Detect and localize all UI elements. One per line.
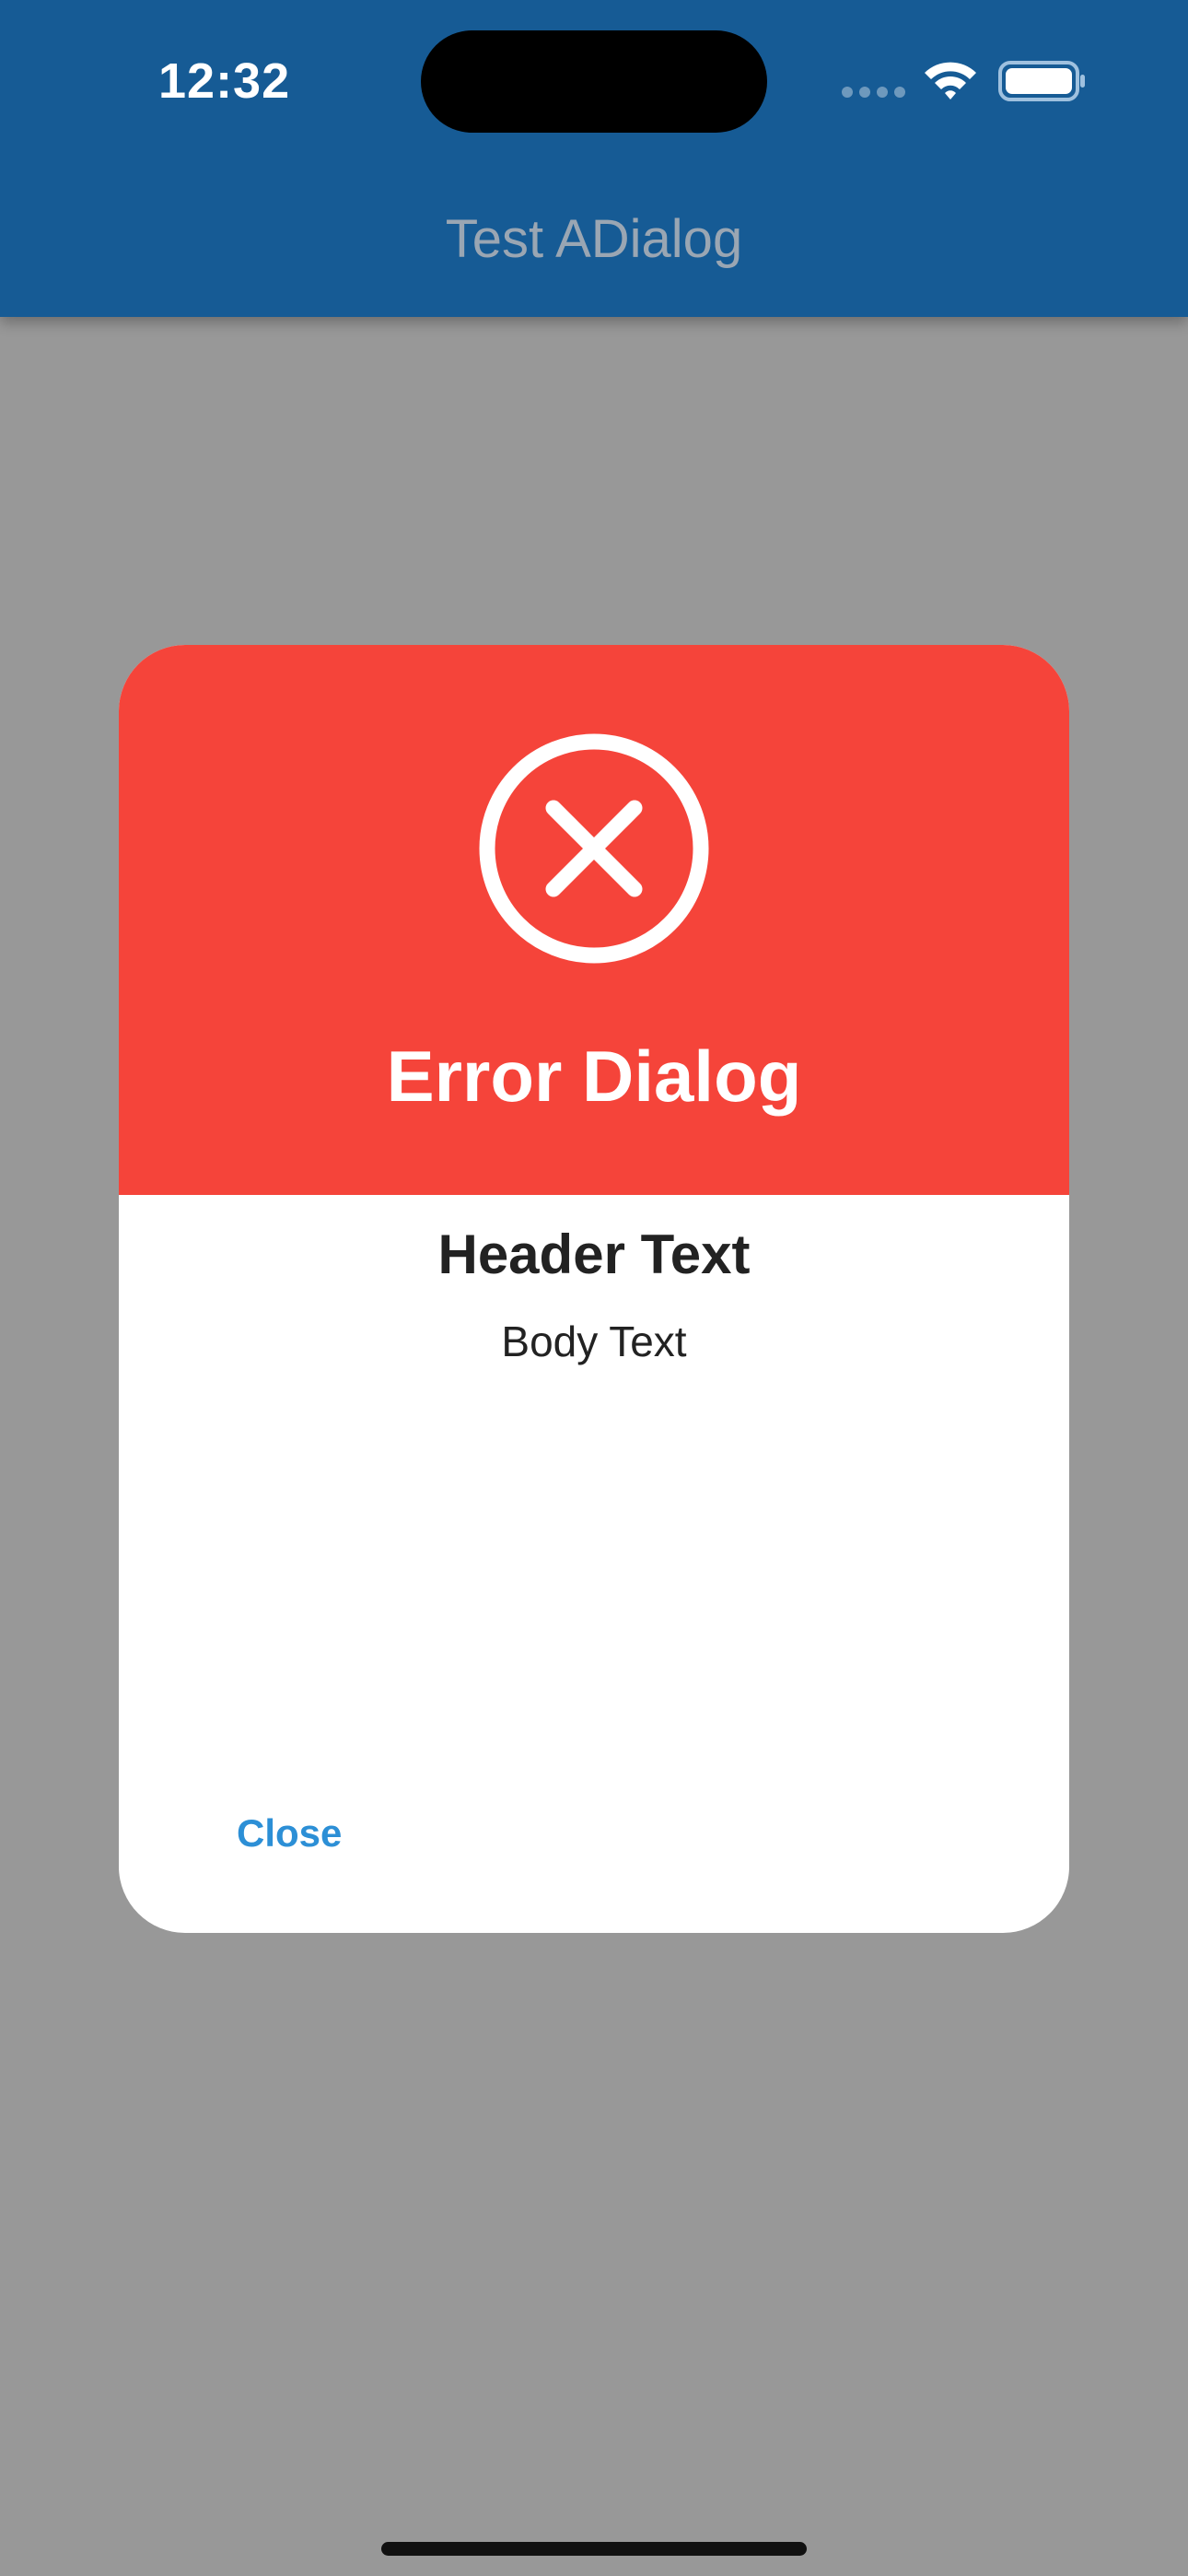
- dialog-title: Error Dialog: [386, 1036, 802, 1117]
- cellular-signal-icon: [842, 87, 906, 98]
- close-button[interactable]: Close: [211, 1797, 367, 1870]
- home-indicator[interactable]: [381, 2542, 807, 2556]
- dialog-hero: Error Dialog: [119, 645, 1069, 1195]
- dialog-body-text: Body Text: [501, 1317, 687, 1365]
- error-dialog: Error Dialog Header Text Body Text Close: [119, 645, 1069, 1933]
- error-circle-x-icon: [479, 733, 709, 964]
- app-bar: 12:32 Test ADialog: [0, 0, 1188, 317]
- battery-icon: [998, 61, 1085, 101]
- dynamic-island: [421, 30, 767, 133]
- app-bar-title: Test ADialog: [445, 209, 743, 269]
- wifi-icon: [925, 62, 976, 100]
- dialog-header-text: Header Text: [437, 1224, 751, 1285]
- screen: 12:32 Test ADialog Error Dialog Header T…: [0, 0, 1188, 2576]
- status-time: 12:32: [158, 53, 291, 109]
